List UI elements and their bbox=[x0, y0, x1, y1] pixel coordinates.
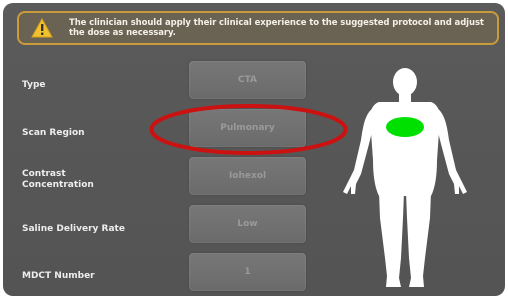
warning-message: The clinician should apply their clinica… bbox=[69, 18, 484, 38]
contrast-concentration-label: Contrast Concentration bbox=[22, 169, 94, 190]
warning-banner: The clinician should apply their clinica… bbox=[17, 11, 499, 45]
contrast-concentration-field[interactable]: Iohexol bbox=[189, 157, 306, 195]
scan-region-label: Scan Region bbox=[22, 128, 85, 138]
human-body-icon bbox=[343, 68, 467, 287]
mdct-number-field[interactable]: 1 bbox=[189, 253, 306, 291]
mdct-number-label: MDCT Number bbox=[22, 271, 95, 281]
chest-highlight bbox=[386, 117, 424, 137]
scan-region-field[interactable]: Pulmonary bbox=[189, 109, 306, 147]
saline-delivery-rate-label: Saline Delivery Rate bbox=[22, 224, 125, 234]
type-label: Type bbox=[22, 80, 46, 90]
saline-delivery-rate-field[interactable]: Low bbox=[189, 205, 306, 243]
warning-triangle-icon bbox=[31, 18, 53, 38]
protocol-screen: The clinician should apply their clinica… bbox=[3, 3, 505, 296]
type-field[interactable]: CTA bbox=[189, 61, 306, 99]
